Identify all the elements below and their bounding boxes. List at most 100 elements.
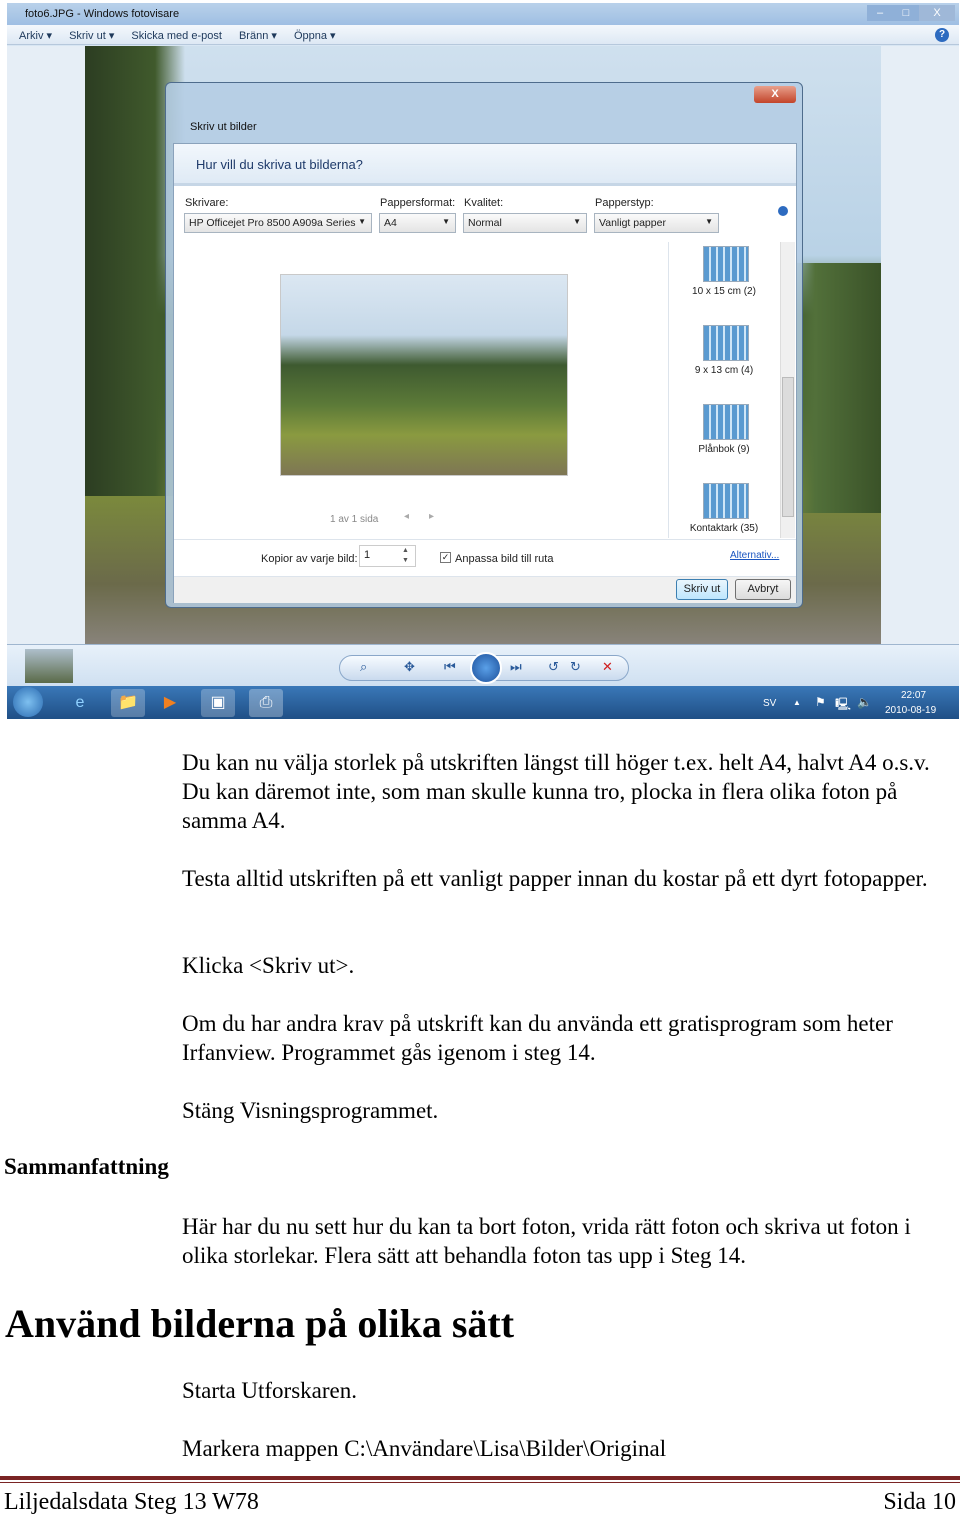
minimize-button[interactable]: – — [867, 5, 893, 21]
menu-bar: Arkiv ▾ Skriv ut ▾ Skicka med e-post Brä… — [7, 25, 959, 45]
copies-value: 1 — [364, 549, 371, 561]
quality-label: Kvalitet: — [464, 197, 504, 209]
slideshow-button[interactable] — [470, 652, 502, 684]
printer-value: HP Officejet Pro 8500 A909a Series — [189, 217, 356, 229]
options-link[interactable]: Alternativ... — [730, 550, 779, 561]
printer-icon[interactable]: ⎙ — [249, 689, 283, 717]
close-button[interactable]: X — [919, 5, 955, 21]
zoom-icon[interactable]: ⌕ — [360, 660, 367, 675]
page-info: 1 av 1 sida — [330, 514, 379, 525]
chevron-down-icon: ▼ — [358, 217, 366, 226]
paper-type-value: Vanligt papper — [599, 217, 666, 229]
dialog-close-button[interactable]: X — [754, 86, 796, 103]
cancel-button[interactable]: Avbryt — [735, 579, 791, 600]
fit-label: Anpassa bild till ruta — [455, 553, 554, 565]
media-player-icon[interactable]: ▶ — [153, 689, 187, 717]
paragraph: Här har du nu sett hur du kan ta bort fo… — [182, 1214, 911, 1268]
next-page-button[interactable]: ▸ — [429, 511, 434, 522]
window-title: foto6.JPG - Windows fotovisare — [25, 8, 180, 20]
clock-time[interactable]: 22:07 — [901, 690, 926, 701]
side-heading: Sammanfattning — [4, 1154, 169, 1179]
next-icon[interactable]: ⏭ — [510, 660, 522, 675]
maximize-button[interactable]: □ — [893, 5, 919, 21]
background-fill — [7, 46, 85, 644]
chevron-down-icon: ▼ — [705, 217, 713, 226]
taskbar: e 📁 ▶ ▣ ⎙ SV ▲ ⚑ 🖳 🔈 22:07 2010-08-19 — [7, 686, 959, 719]
layout-label: Kontaktark (35) — [689, 523, 759, 534]
screenshot-windows-photo-viewer: foto6.JPG - Windows fotovisare – □ X Ark… — [7, 3, 959, 719]
tray-arrow-icon[interactable]: ▲ — [793, 698, 801, 707]
paper-type-select[interactable]: Vanligt papper ▼ — [594, 213, 719, 233]
dialog-heading: Hur vill du skriva ut bilderna? — [174, 144, 796, 186]
paper-size-select[interactable]: A4 ▼ — [379, 213, 456, 233]
fit-checkbox[interactable]: ✓ — [440, 552, 451, 563]
dialog-title: Skriv ut bilder — [190, 121, 257, 133]
delete-icon[interactable]: ✕ — [602, 660, 613, 675]
paper-type-label: Papperstyp: — [595, 197, 654, 209]
internet-explorer-icon[interactable]: e — [63, 689, 97, 717]
window-titlebar: foto6.JPG - Windows fotovisare — [7, 3, 959, 25]
clock-date[interactable]: 2010-08-19 — [885, 705, 936, 716]
quality-value: Normal — [468, 217, 502, 229]
menu-skicka[interactable]: Skicka med e-post — [131, 30, 221, 42]
layout-thumb-planbok[interactable] — [703, 404, 749, 440]
layout-label: Plånbok (9) — [698, 444, 750, 455]
rotate-left-icon[interactable]: ↺ — [548, 660, 559, 675]
rotate-right-icon[interactable]: ↻ — [570, 660, 581, 675]
paper-size-label: Pappersformat: — [380, 197, 456, 209]
layout-label: 9 x 13 cm (4) — [694, 365, 754, 376]
copies-stepper[interactable]: ▲ ▼ — [402, 546, 409, 566]
paragraph: Du kan nu välja storlek på utskriften lä… — [182, 750, 930, 833]
language-indicator[interactable]: SV — [763, 698, 776, 709]
print-dialog: Skriv ut bilder X Hur vill du skriva ut … — [165, 82, 803, 608]
paragraph: Starta Utforskaren. — [182, 1378, 357, 1403]
previous-icon[interactable]: ⏮ — [444, 660, 456, 675]
flag-icon[interactable]: ⚑ — [815, 695, 826, 709]
start-button[interactable] — [13, 687, 43, 717]
layout-thumb-kontaktark[interactable] — [703, 483, 749, 519]
paragraph: Klicka <Skriv ut>. — [182, 953, 355, 978]
help-icon[interactable] — [778, 206, 788, 216]
network-icon[interactable]: 🖳 — [835, 695, 851, 716]
playback-controls: ⌕ ✥ ⏮ ⏭ ↺ ↻ ✕ — [339, 652, 629, 684]
menu-skriv-ut[interactable]: Skriv ut ▾ — [69, 30, 114, 42]
volume-icon[interactable]: 🔈 — [857, 695, 872, 709]
layout-thumb-10x15[interactable] — [703, 246, 749, 282]
paragraph: Markera mappen C:\Användare\Lisa\Bilder\… — [182, 1436, 667, 1461]
print-preview-image — [280, 274, 568, 476]
photo-thumbnail — [25, 649, 73, 683]
printer-label: Skrivare: — [185, 197, 229, 209]
paragraph: Stäng Visningsprogrammet. — [182, 1098, 439, 1123]
print-button[interactable]: Skriv ut — [676, 579, 728, 600]
dialog-body: Hur vill du skriva ut bilderna? Skrivare… — [173, 143, 797, 603]
section-heading: Använd bilderna på olika sätt — [5, 1301, 515, 1346]
chevron-down-icon: ▼ — [573, 217, 581, 226]
chevron-down-icon: ▼ — [442, 217, 450, 226]
printer-select[interactable]: HP Officejet Pro 8500 A909a Series ▼ — [184, 213, 372, 233]
layout-list: 10 x 15 cm (2) 9 x 13 cm (4) Plånbok (9)… — [668, 242, 796, 538]
quality-select[interactable]: Normal ▼ — [463, 213, 587, 233]
menu-oppna[interactable]: Öppna ▾ — [294, 30, 336, 42]
layout-thumb-9x13[interactable] — [703, 325, 749, 361]
help-icon[interactable]: ? — [935, 28, 949, 42]
footer-page-number: Sida 10 — [883, 1489, 956, 1515]
paper-size-value: A4 — [384, 217, 397, 229]
photo-viewer-icon[interactable]: ▣ — [201, 689, 235, 717]
footer-rule — [0, 1482, 960, 1483]
menu-arkiv[interactable]: Arkiv ▾ — [19, 30, 52, 42]
footer-left: Liljedalsdata Steg 13 W78 — [4, 1489, 259, 1515]
actual-size-icon[interactable]: ✥ — [404, 660, 415, 675]
paragraph: Om du har andra krav på utskrift kan du … — [182, 1011, 893, 1065]
scrollbar[interactable] — [780, 242, 795, 538]
prev-page-button[interactable]: ◂ — [404, 511, 409, 522]
footer-rule — [0, 1476, 960, 1480]
paragraph: Testa alltid utskriften på ett vanligt p… — [182, 866, 928, 891]
options-row: Kopior av varje bild: 1 ▲ ▼ ✓ Anpassa bil… — [174, 539, 796, 577]
layout-label: 10 x 15 cm (2) — [692, 286, 756, 297]
dialog-button-bar: Skriv ut Avbryt — [174, 576, 796, 603]
menu-brann[interactable]: Bränn ▾ — [239, 30, 277, 42]
explorer-icon[interactable]: 📁 — [111, 689, 145, 717]
scrollbar-thumb[interactable] — [782, 377, 794, 517]
copies-label: Kopior av varje bild: — [261, 553, 358, 565]
background-fill — [881, 46, 959, 644]
